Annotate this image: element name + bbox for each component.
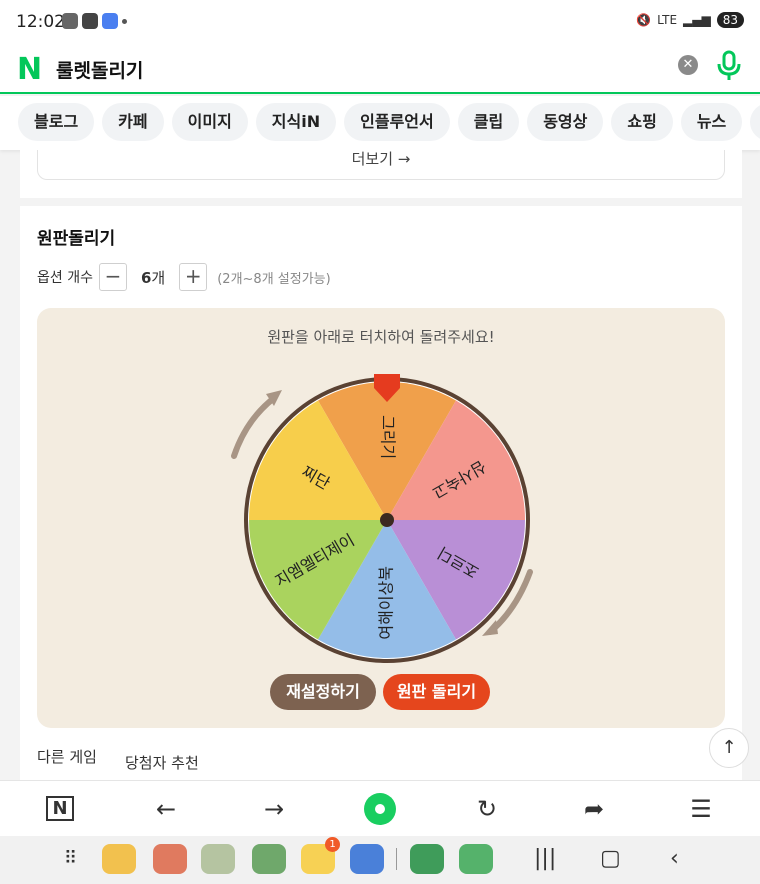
dock-divider (396, 848, 397, 870)
kakaotalk-notification-icon (82, 13, 98, 29)
microphone-icon[interactable] (716, 50, 742, 82)
system-indicators: 🔇 LTE ▂▄▆ 83 (636, 12, 744, 28)
other-games-label: 다른 게임 (37, 748, 97, 766)
reset-button[interactable]: 재설정하기 (270, 674, 376, 710)
status-time: 12:02 (16, 12, 65, 32)
apps-grid-icon[interactable]: ⠿ (64, 848, 77, 869)
mute-icon: 🔇 (636, 13, 652, 27)
mail-app-icon[interactable] (201, 844, 235, 874)
option-count-label: 옵션 개수 (37, 270, 93, 286)
previous-section-card: 더보기 → (20, 150, 742, 198)
spin-button[interactable]: 원판 돌리기 (383, 674, 490, 710)
tab-5[interactable]: 클립 (457, 103, 520, 141)
roulette-title: 원판돌리기 (37, 229, 116, 249)
other-games-row: 다른 게임 당첨자 추천 (37, 746, 199, 772)
tab-6[interactable]: 동영상 (527, 103, 604, 141)
naver-home-icon[interactable] (364, 793, 396, 825)
tab-4[interactable]: 인플루언서 (344, 103, 450, 141)
share-icon[interactable]: ➦ (574, 789, 614, 829)
scroll-top-button[interactable]: ↑ (709, 728, 749, 768)
home-icon[interactable]: ▢ (600, 846, 621, 871)
signal-icon: ▂▄▆ (683, 13, 711, 27)
naver-n-icon[interactable]: N (40, 789, 80, 829)
link-app-icon[interactable] (459, 844, 493, 874)
settings-app-icon[interactable] (350, 844, 384, 874)
search-category-tabs: 블로그카페이미지지식iN인플루언서클립동영상쇼핑뉴스 서치피드 (0, 96, 760, 150)
tab-3[interactable]: 지식iN (255, 103, 337, 141)
option-count-value: 6개 (140, 268, 166, 287)
battery-indicator: 83 (716, 12, 744, 28)
tab-9[interactable]: 서치피드 (750, 103, 760, 141)
dot-icon (122, 18, 127, 24)
naver-logo[interactable]: N (17, 52, 42, 87)
tab-8[interactable]: 뉴스 (680, 103, 743, 141)
more-button[interactable]: 더보기 → (37, 150, 725, 180)
other-game-item[interactable]: 당첨자 추천 (125, 752, 199, 773)
menu-icon[interactable]: ☰ (681, 789, 721, 829)
tab-1[interactable]: 카페 (102, 103, 164, 141)
option-count-row: 옵션 개수 − 6개 + (2개~8개 설정가능) (37, 262, 331, 292)
curved-arrow-icon (231, 395, 277, 459)
curved-arrow-head-icon (482, 620, 498, 636)
option-count-hint: (2개~8개 설정가능) (217, 271, 331, 287)
refresh-icon[interactable]: ↻ (467, 789, 507, 829)
system-navigation-bar: ⠿ 1 ||| ▢ ‹ (0, 836, 760, 884)
recent-apps-icon[interactable]: ||| (534, 846, 556, 871)
clear-search-button[interactable]: ✕ (678, 55, 698, 75)
maps-notification-icon (62, 13, 78, 29)
tab-7[interactable]: 쇼핑 (611, 103, 673, 141)
chip-app-icon[interactable] (410, 844, 444, 874)
earth-app-icon[interactable] (252, 844, 286, 874)
phone-app-icon[interactable] (102, 844, 136, 874)
book-app-icon[interactable] (153, 844, 187, 874)
network-label: LTE (657, 13, 678, 27)
tab-0[interactable]: 블로그 (18, 103, 95, 141)
forward-arrow-icon[interactable]: → (254, 789, 294, 829)
spin-instruction: 원판을 아래로 터치하여 돌려주세요! (267, 328, 495, 346)
search-bar: N 룰렛돌리기 ✕ (0, 44, 760, 94)
search-input[interactable]: 룰렛돌리기 (56, 56, 143, 83)
increase-button[interactable]: + (179, 263, 208, 291)
spin-hint-arrows (231, 390, 533, 636)
back-icon[interactable]: ‹ (670, 846, 679, 871)
decrease-button[interactable]: − (98, 263, 127, 291)
back-arrow-icon[interactable]: ← (146, 789, 186, 829)
notification-icons (62, 13, 127, 29)
tab-2[interactable]: 이미지 (171, 103, 248, 141)
browser-toolbar: N ← → ↻ ➦ ☰ (0, 780, 760, 836)
kakaotalk-badge: 1 (325, 837, 340, 852)
naver-notification-icon (102, 13, 118, 29)
status-bar: 12:02 🔇 LTE ▂▄▆ 83 (0, 0, 760, 44)
